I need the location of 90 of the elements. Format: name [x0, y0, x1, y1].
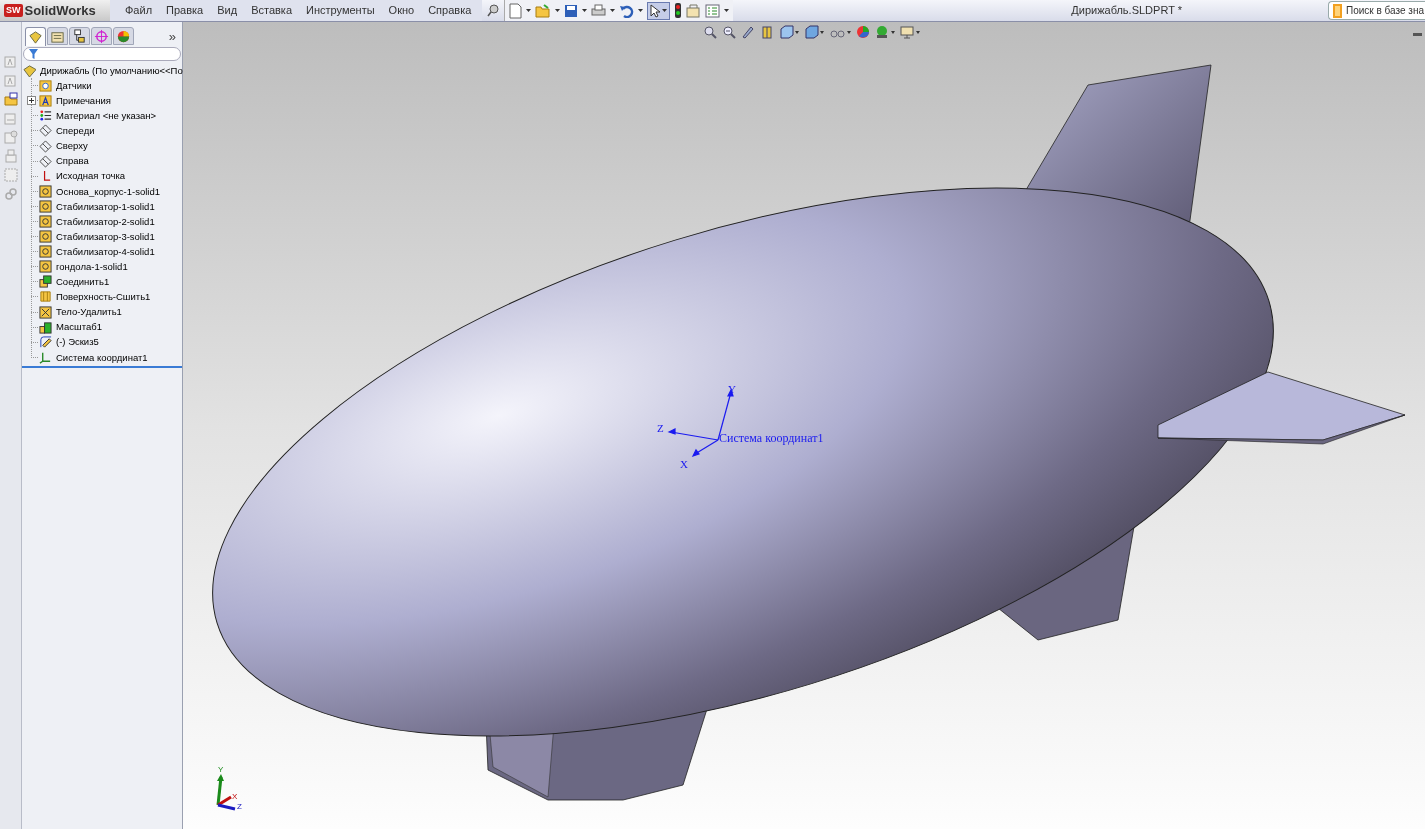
- folder-icon[interactable]: [3, 92, 18, 106]
- tree-item[interactable]: Материал <не указан>: [56, 111, 157, 121]
- axis-label: Z: [237, 803, 242, 811]
- menu-item[interactable]: Инструменты: [299, 2, 382, 19]
- body-icon: [39, 199, 52, 213]
- filter-icon: [29, 49, 38, 59]
- tree-item[interactable]: Датчики: [56, 80, 92, 91]
- body-icon: [39, 184, 52, 198]
- tree-item[interactable]: (-) Эскиз5: [56, 337, 99, 347]
- traffic-light-icon[interactable]: [674, 3, 683, 18]
- view-triad-drawing: [216, 774, 236, 811]
- menu-item[interactable]: Правка: [159, 2, 211, 19]
- coordinate-system-label: Система координат1: [719, 432, 824, 444]
- section-icon[interactable]: [760, 25, 774, 39]
- body-icon: [39, 215, 52, 228]
- pen-icon[interactable]: [741, 25, 755, 39]
- zoom-icon[interactable]: [703, 25, 717, 39]
- menu-item[interactable]: Справка: [421, 2, 479, 19]
- checklist-icon[interactable]: [705, 3, 721, 18]
- tree-item[interactable]: Дирижабль (По умолчанию<<По: [40, 65, 183, 76]
- part-icon: [23, 64, 36, 78]
- plane-icon: [39, 154, 52, 168]
- delete-body-icon: [39, 305, 52, 319]
- zoom-icon[interactable]: [722, 25, 736, 39]
- tree-item[interactable]: Спереди: [56, 126, 95, 136]
- tree-item[interactable]: Тело-Удалить1: [56, 307, 122, 317]
- display-tab[interactable]: [113, 27, 134, 45]
- printer-icon[interactable]: [591, 3, 607, 18]
- tree-item[interactable]: Сверху: [56, 141, 88, 151]
- caret-icon[interactable]: [555, 9, 561, 12]
- menu-item[interactable]: Файл: [118, 2, 160, 19]
- body-icon: [39, 230, 52, 244]
- plane-icon: [39, 139, 52, 153]
- save-icon[interactable]: [564, 3, 579, 18]
- sensor-folder-icon: [39, 79, 52, 93]
- tree-item[interactable]: Стабилизатор-2-solid1: [56, 216, 155, 227]
- axis-label: Y: [218, 766, 224, 774]
- configuration-tab[interactable]: [69, 27, 90, 45]
- filter-field[interactable]: [23, 47, 181, 61]
- search-field[interactable]: Поиск в базе зна: [1328, 1, 1425, 20]
- undo-icon[interactable]: [619, 3, 635, 18]
- menu-item[interactable]: Вставка: [244, 2, 299, 19]
- annotation-folder-icon: [39, 94, 52, 108]
- app-logo[interactable]: SW SolidWorks: [0, 0, 110, 21]
- tree-item[interactable]: Исходная точка: [56, 171, 126, 181]
- expand-toggle[interactable]: [27, 96, 36, 106]
- display-settings-icon[interactable]: [900, 25, 920, 39]
- axis-label: X: [232, 793, 238, 801]
- view-orientation-icon[interactable]: [779, 25, 799, 39]
- color-ball-icon[interactable]: [856, 25, 870, 39]
- tree-item[interactable]: Система координат1: [56, 352, 148, 363]
- sketch-icon: [39, 335, 52, 349]
- tree-item[interactable]: Поверхность-Сшить1: [56, 292, 151, 302]
- caret-icon[interactable]: [610, 9, 616, 12]
- scene-icon[interactable]: [875, 25, 895, 39]
- tree-item[interactable]: Соединить1: [56, 277, 110, 287]
- tree-item[interactable]: Масштаб1: [56, 322, 102, 332]
- body-icon: [39, 245, 52, 259]
- logo-text: SolidWorks: [24, 1, 96, 20]
- scale-icon: [39, 320, 52, 334]
- cube-icon[interactable]: [804, 25, 824, 39]
- caret-icon: [662, 9, 668, 12]
- tree-item[interactable]: гондола-1-solid1: [56, 262, 128, 272]
- axis-label: X: [680, 459, 688, 470]
- caret-icon[interactable]: [526, 9, 532, 12]
- combine-icon: [39, 275, 52, 289]
- tree-item[interactable]: Стабилизатор-4-solid1: [56, 246, 155, 257]
- logo-badge: SW: [4, 3, 23, 18]
- axis-label: Z: [657, 423, 664, 434]
- plane-icon: [39, 124, 52, 138]
- caret-icon[interactable]: [724, 9, 730, 12]
- tree-item[interactable]: Стабилизатор-1-solid1: [56, 201, 155, 212]
- more-tabs-button[interactable]: »: [168, 26, 176, 46]
- material-icon: [39, 109, 52, 123]
- cursor-icon: [650, 3, 661, 18]
- feature-tree-tab[interactable]: [25, 27, 46, 46]
- body-icon: [39, 260, 52, 274]
- tree-item[interactable]: Стабилизатор-3-solid1: [56, 231, 155, 242]
- caret-icon[interactable]: [638, 9, 644, 12]
- tree-item[interactable]: Справа: [56, 156, 89, 166]
- surface-icon: [39, 290, 52, 304]
- menu-item[interactable]: Окно: [381, 2, 422, 19]
- coordinate-system-icon: [39, 350, 52, 364]
- window-title: Дирижабль.SLDPRT *: [1071, 3, 1182, 19]
- tree-item[interactable]: Примечания: [56, 96, 111, 106]
- select-button[interactable]: [647, 1, 671, 20]
- tree-item[interactable]: Основа_корпус-1-solid1: [56, 186, 160, 197]
- caret-icon[interactable]: [582, 9, 588, 12]
- menu-item[interactable]: Вид: [210, 2, 245, 19]
- door-icon: [1333, 3, 1342, 18]
